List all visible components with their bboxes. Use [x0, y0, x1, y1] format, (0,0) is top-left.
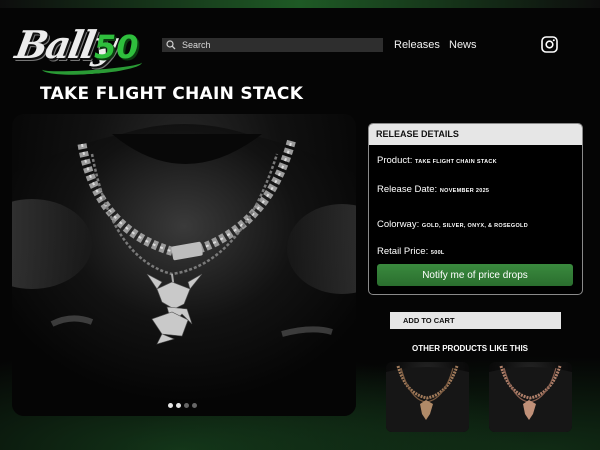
product-image[interactable]	[12, 114, 356, 416]
carousel-indicator[interactable]	[168, 403, 197, 408]
retail-price-value: 500L	[430, 250, 445, 256]
colorway-value: GOLD, SILVER, ONYX, & ROSEGOLD	[421, 223, 528, 229]
retail-price-label: Retail Price:	[377, 246, 429, 257]
carousel-dot-4[interactable]	[192, 403, 197, 408]
top-accent-stripe	[0, 0, 600, 8]
release-date-label: Release Date:	[377, 184, 438, 195]
brand-logo[interactable]: Bally 50	[12, 14, 152, 78]
instagram-icon[interactable]	[541, 36, 558, 53]
related-products-title: OTHER PRODUCTS LIKE THIS	[412, 344, 529, 353]
necklace-illustration	[12, 124, 356, 416]
product-label: Product:	[377, 155, 413, 166]
related-product-thumb-2[interactable]	[489, 362, 572, 432]
add-to-cart-button[interactable]: ADD TO CART	[390, 312, 561, 329]
search-bar[interactable]	[162, 38, 383, 52]
release-details-panel: RELEASE DETAILS Product: TAKE FLIGHT CHA…	[368, 123, 583, 295]
release-date-row: Release Date: NOVEMBER 2025	[377, 184, 489, 195]
carousel-dot-2[interactable]	[176, 403, 181, 408]
colorway-label: Colorway:	[377, 219, 420, 230]
release-details-header: RELEASE DETAILS	[369, 124, 582, 145]
related-necklace-image	[386, 365, 469, 432]
carousel-dot-3[interactable]	[184, 403, 189, 408]
nav-releases[interactable]: Releases	[394, 39, 440, 51]
colorway-row: Colorway: GOLD, SILVER, ONYX, & ROSEGOLD	[377, 219, 528, 230]
notify-price-drop-button[interactable]: Notify me of price drops	[377, 264, 573, 286]
search-icon	[166, 40, 176, 50]
product-value: TAKE FLIGHT CHAIN STACK	[415, 159, 497, 165]
release-date-value: NOVEMBER 2025	[439, 188, 490, 194]
nav-news[interactable]: News	[449, 39, 477, 51]
product-row: Product: TAKE FLIGHT CHAIN STACK	[377, 155, 497, 166]
retail-price-row: Retail Price: 500L	[377, 246, 445, 257]
page-title: TAKE FLIGHT CHAIN STACK	[40, 84, 304, 104]
related-necklace-image	[489, 365, 572, 432]
related-product-thumb-1[interactable]	[386, 362, 469, 432]
carousel-dot-1[interactable]	[168, 403, 173, 408]
search-input[interactable]	[182, 40, 372, 50]
